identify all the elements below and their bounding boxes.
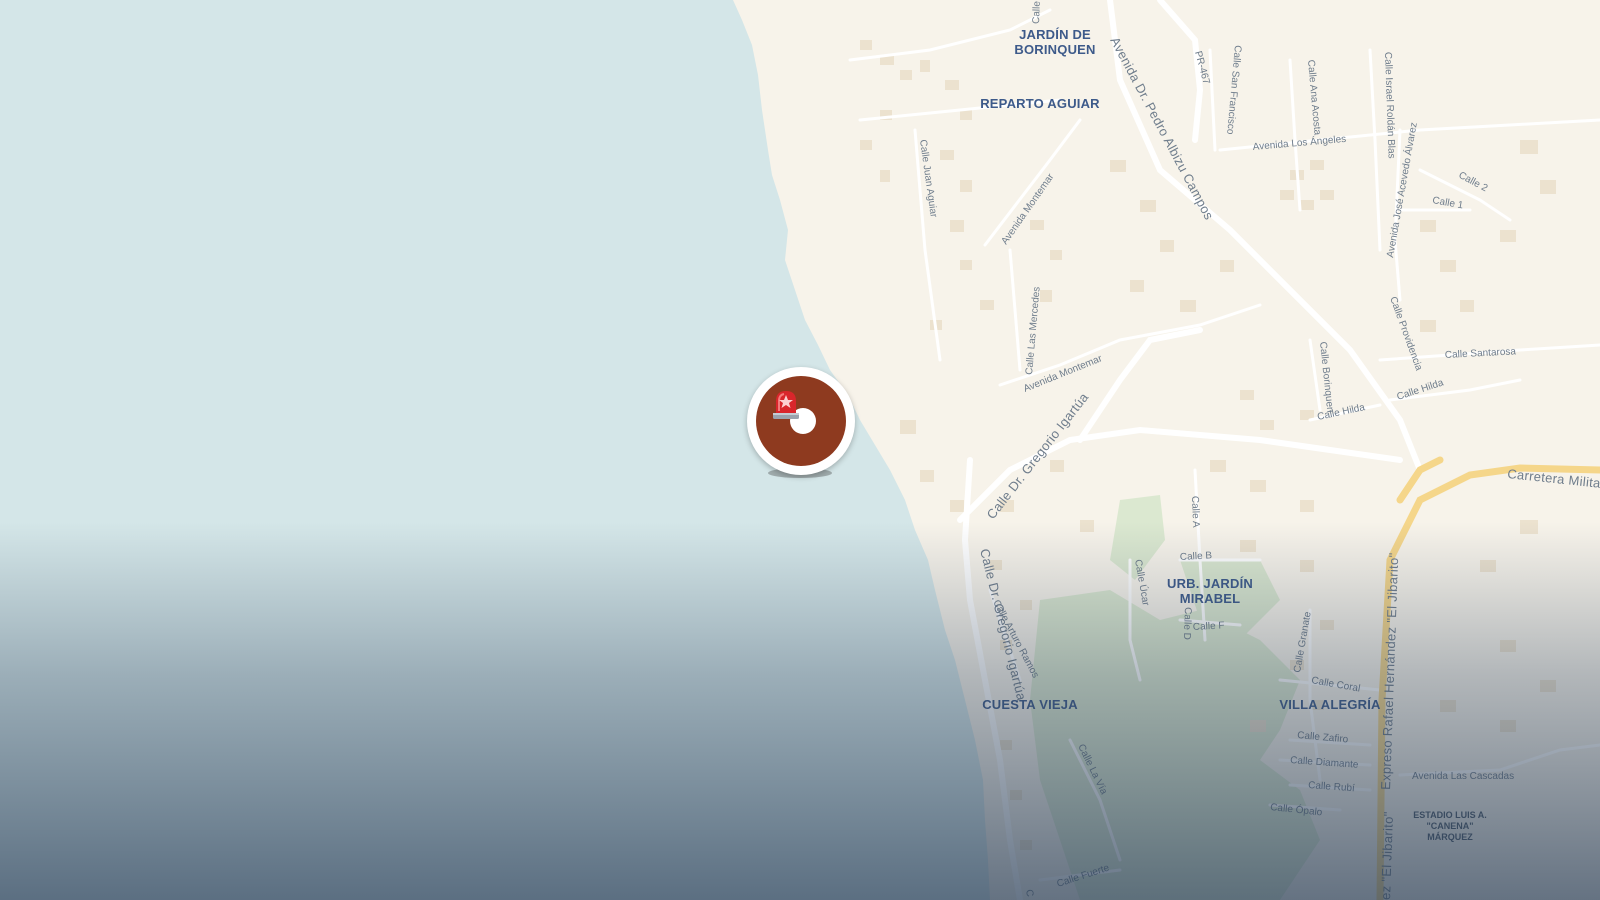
road-label-calle-b: Calle B: [1180, 550, 1213, 563]
neighborhood-label-urb-jardin-mirabel: URB. JARDÍN MIRABEL: [1167, 576, 1253, 606]
landmark-label-estadio: ESTADIO LUIS A. "CANENA" MÁRQUEZ: [1413, 810, 1487, 842]
road-label-calle-top: Calle: [1031, 1, 1043, 25]
road-label-calle-a: Calle A: [1189, 496, 1201, 528]
neighborhood-label-cuesta-vieja: CUESTA VIEJA: [982, 697, 1078, 712]
road-label-calle-d: Calle D: [1181, 607, 1193, 640]
police-siren-icon: [773, 391, 799, 419]
neighborhood-label-jardin-borinquen: JARDÍN DE BORINQUEN: [1014, 27, 1096, 57]
neighborhood-label-villa-alegria: VILLA ALEGRÍA: [1279, 697, 1381, 712]
marker-fill: [756, 376, 846, 466]
location-marker[interactable]: [747, 367, 855, 475]
road-label-cascadas: Avenida Las Cascadas: [1412, 771, 1514, 782]
road-label-calle-f: Calle F: [1193, 620, 1225, 633]
road-label-expreso-bottom: ez "El Jibarito": [1378, 811, 1396, 900]
neighborhood-label-reparto-aguiar: REPARTO AGUIAR: [980, 96, 1100, 111]
